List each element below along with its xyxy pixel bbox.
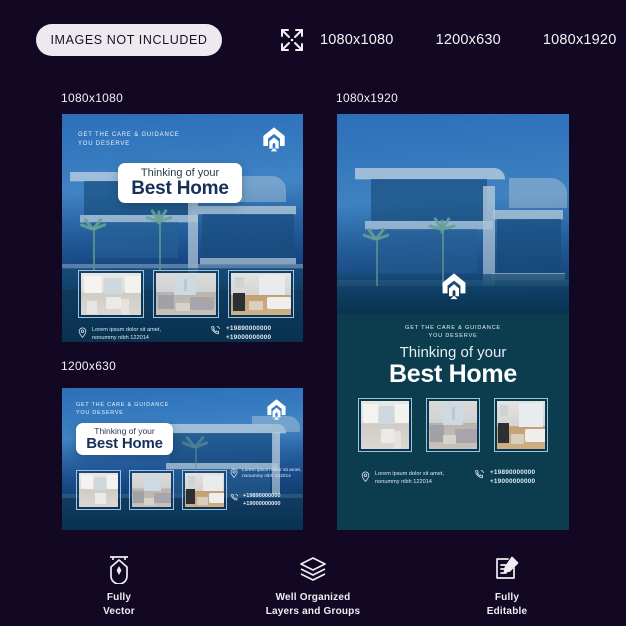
features-footer: Fully Vector Well Organized Layers and G…	[0, 554, 626, 618]
eyebrow-text-story: GET THE CARE & GUIDANCE YOU DESERVE	[337, 324, 569, 340]
thumbnail-row-story	[358, 398, 548, 452]
feature-label-fully-editable: Fully Editable	[486, 592, 528, 617]
living-room-interior-thumbnail-banner[interactable]	[129, 470, 174, 510]
headline-small-story: Thinking of your	[399, 344, 507, 361]
building-chevron-logo-icon-story	[438, 272, 470, 302]
headline-big-banner: Best Home	[86, 435, 163, 452]
address-line-1-story: Lorem ipsum dolor sit amet,	[375, 471, 445, 477]
eyebrow-line-1-story: GET THE CARE & GUIDANCE	[405, 325, 501, 331]
caption-square: 1080x1080	[61, 91, 124, 105]
address-line-1: Lorem ipsum dolor sit amet,	[92, 327, 162, 333]
top-toolbar: IMAGES NOT INCLUDED 1080x1080 1200x630 1…	[0, 0, 626, 80]
size-option-1200x630[interactable]: 1200x630	[436, 32, 501, 48]
size-option-1080x1920[interactable]: 1080x1920	[543, 32, 617, 48]
edit-document-icon	[492, 554, 522, 584]
phone-line-1-story: +19890000000	[490, 469, 536, 476]
location-pin-icon	[78, 327, 87, 338]
building-chevron-logo-icon-banner	[264, 398, 289, 422]
phone-icon-banner	[230, 493, 239, 502]
eyebrow-text: GET THE CARE & GUIDANCE YOU DESERVE	[78, 131, 180, 148]
phone-line-1: +19890000000	[226, 325, 272, 332]
feature-fully-editable: Fully Editable	[447, 554, 567, 618]
living-room-interior-thumbnail[interactable]	[153, 270, 219, 318]
size-options-group: 1080x1080 1200x630 1080x1920	[278, 26, 616, 54]
phone-icon	[210, 325, 221, 336]
eyebrow-line-2-banner: YOU DESERVE	[76, 409, 124, 416]
thumbnail-row-banner	[76, 470, 227, 510]
eyebrow-line-2: YOU DESERVE	[78, 140, 131, 147]
creative-story-1080x1920[interactable]: GET THE CARE & GUIDANCE YOU DESERVE Thin…	[337, 114, 569, 530]
phone-block-banner: +19890000000 +19000000000	[230, 493, 281, 508]
phone-line-2-banner: +19000000000	[243, 500, 281, 507]
headline-card: Thinking of your Best Home	[118, 163, 242, 203]
eyebrow-line-1-banner: GET THE CARE & GUIDANCE	[76, 402, 170, 408]
images-not-included-label: IMAGES NOT INCLUDED	[50, 33, 208, 47]
eyebrow-text-banner: GET THE CARE & GUIDANCE YOU DESERVE	[76, 402, 169, 418]
lounge-interior-thumbnail-story[interactable]	[494, 398, 548, 452]
headline-big-story: Best Home	[389, 360, 517, 388]
caption-banner: 1200x630	[61, 359, 117, 373]
headline-big: Best Home	[131, 177, 229, 199]
location-pin-icon-story	[361, 471, 370, 482]
headline-card-banner: Thinking of your Best Home	[76, 423, 173, 455]
phone-line-2: +19000000000	[226, 333, 272, 341]
phone-block: +19890000000 +19000000000	[210, 325, 271, 342]
caption-story: 1080x1920	[336, 91, 399, 105]
living-room-interior-thumbnail-story[interactable]	[426, 398, 480, 452]
pen-tool-icon	[106, 554, 132, 584]
eyebrow-line-1: GET THE CARE & GUIDANCE	[78, 132, 180, 138]
lounge-interior-thumbnail-banner[interactable]	[182, 470, 227, 510]
feature-well-organized-layers: Well Organized Layers and Groups	[253, 554, 373, 618]
expand-arrows-icon	[278, 26, 306, 54]
eyebrow-line-2-story: YOU DESERVE	[428, 333, 478, 340]
feature-label-fully-vector: Fully Vector	[103, 592, 135, 617]
lounge-interior-thumbnail[interactable]	[228, 270, 294, 318]
feature-label-well-organized-layers: Well Organized Layers and Groups	[265, 592, 361, 617]
kitchen-interior-thumbnail[interactable]	[78, 270, 144, 318]
address-block: Lorem ipsum dolor sit amet, nonummy nibh…	[78, 327, 161, 342]
phone-line-2-story: +19000000000	[490, 477, 536, 485]
address-line-2-banner: nonummy nibh 122014	[242, 474, 291, 480]
address-block-story: Lorem ipsum dolor sit amet, nonummy nibh…	[361, 471, 444, 486]
phone-icon-story	[474, 469, 485, 480]
address-line-2-story: nonummy nibh 122014	[375, 478, 432, 485]
images-not-included-badge: IMAGES NOT INCLUDED	[36, 24, 222, 56]
thumbnail-row	[78, 270, 294, 318]
location-pin-icon-banner	[230, 468, 238, 478]
phone-line-1-banner: +19890000000	[243, 493, 281, 499]
creative-square-1080x1080[interactable]: GET THE CARE & GUIDANCE YOU DESERVE Thin…	[62, 114, 303, 342]
poster-mockup-page: IMAGES NOT INCLUDED 1080x1080 1200x630 1…	[0, 0, 626, 626]
kitchen-interior-thumbnail-banner[interactable]	[76, 470, 121, 510]
phone-block-story: +19890000000 +19000000000	[474, 469, 535, 486]
kitchen-interior-thumbnail-story[interactable]	[358, 398, 412, 452]
building-chevron-logo-icon	[259, 126, 289, 154]
address-block-banner: Lorem ipsum dolor sit amet, nonummy nibh…	[230, 468, 301, 481]
layers-stack-icon	[298, 554, 328, 584]
size-option-1080x1080[interactable]: 1080x1080	[320, 32, 394, 48]
feature-fully-vector: Fully Vector	[59, 554, 179, 618]
address-line-2: nonummy nibh 122014	[92, 334, 149, 341]
headline-block-story: Thinking of your Best Home	[337, 344, 569, 389]
creative-banner-1200x630[interactable]: GET THE CARE & GUIDANCE YOU DESERVE Thin…	[62, 388, 303, 530]
